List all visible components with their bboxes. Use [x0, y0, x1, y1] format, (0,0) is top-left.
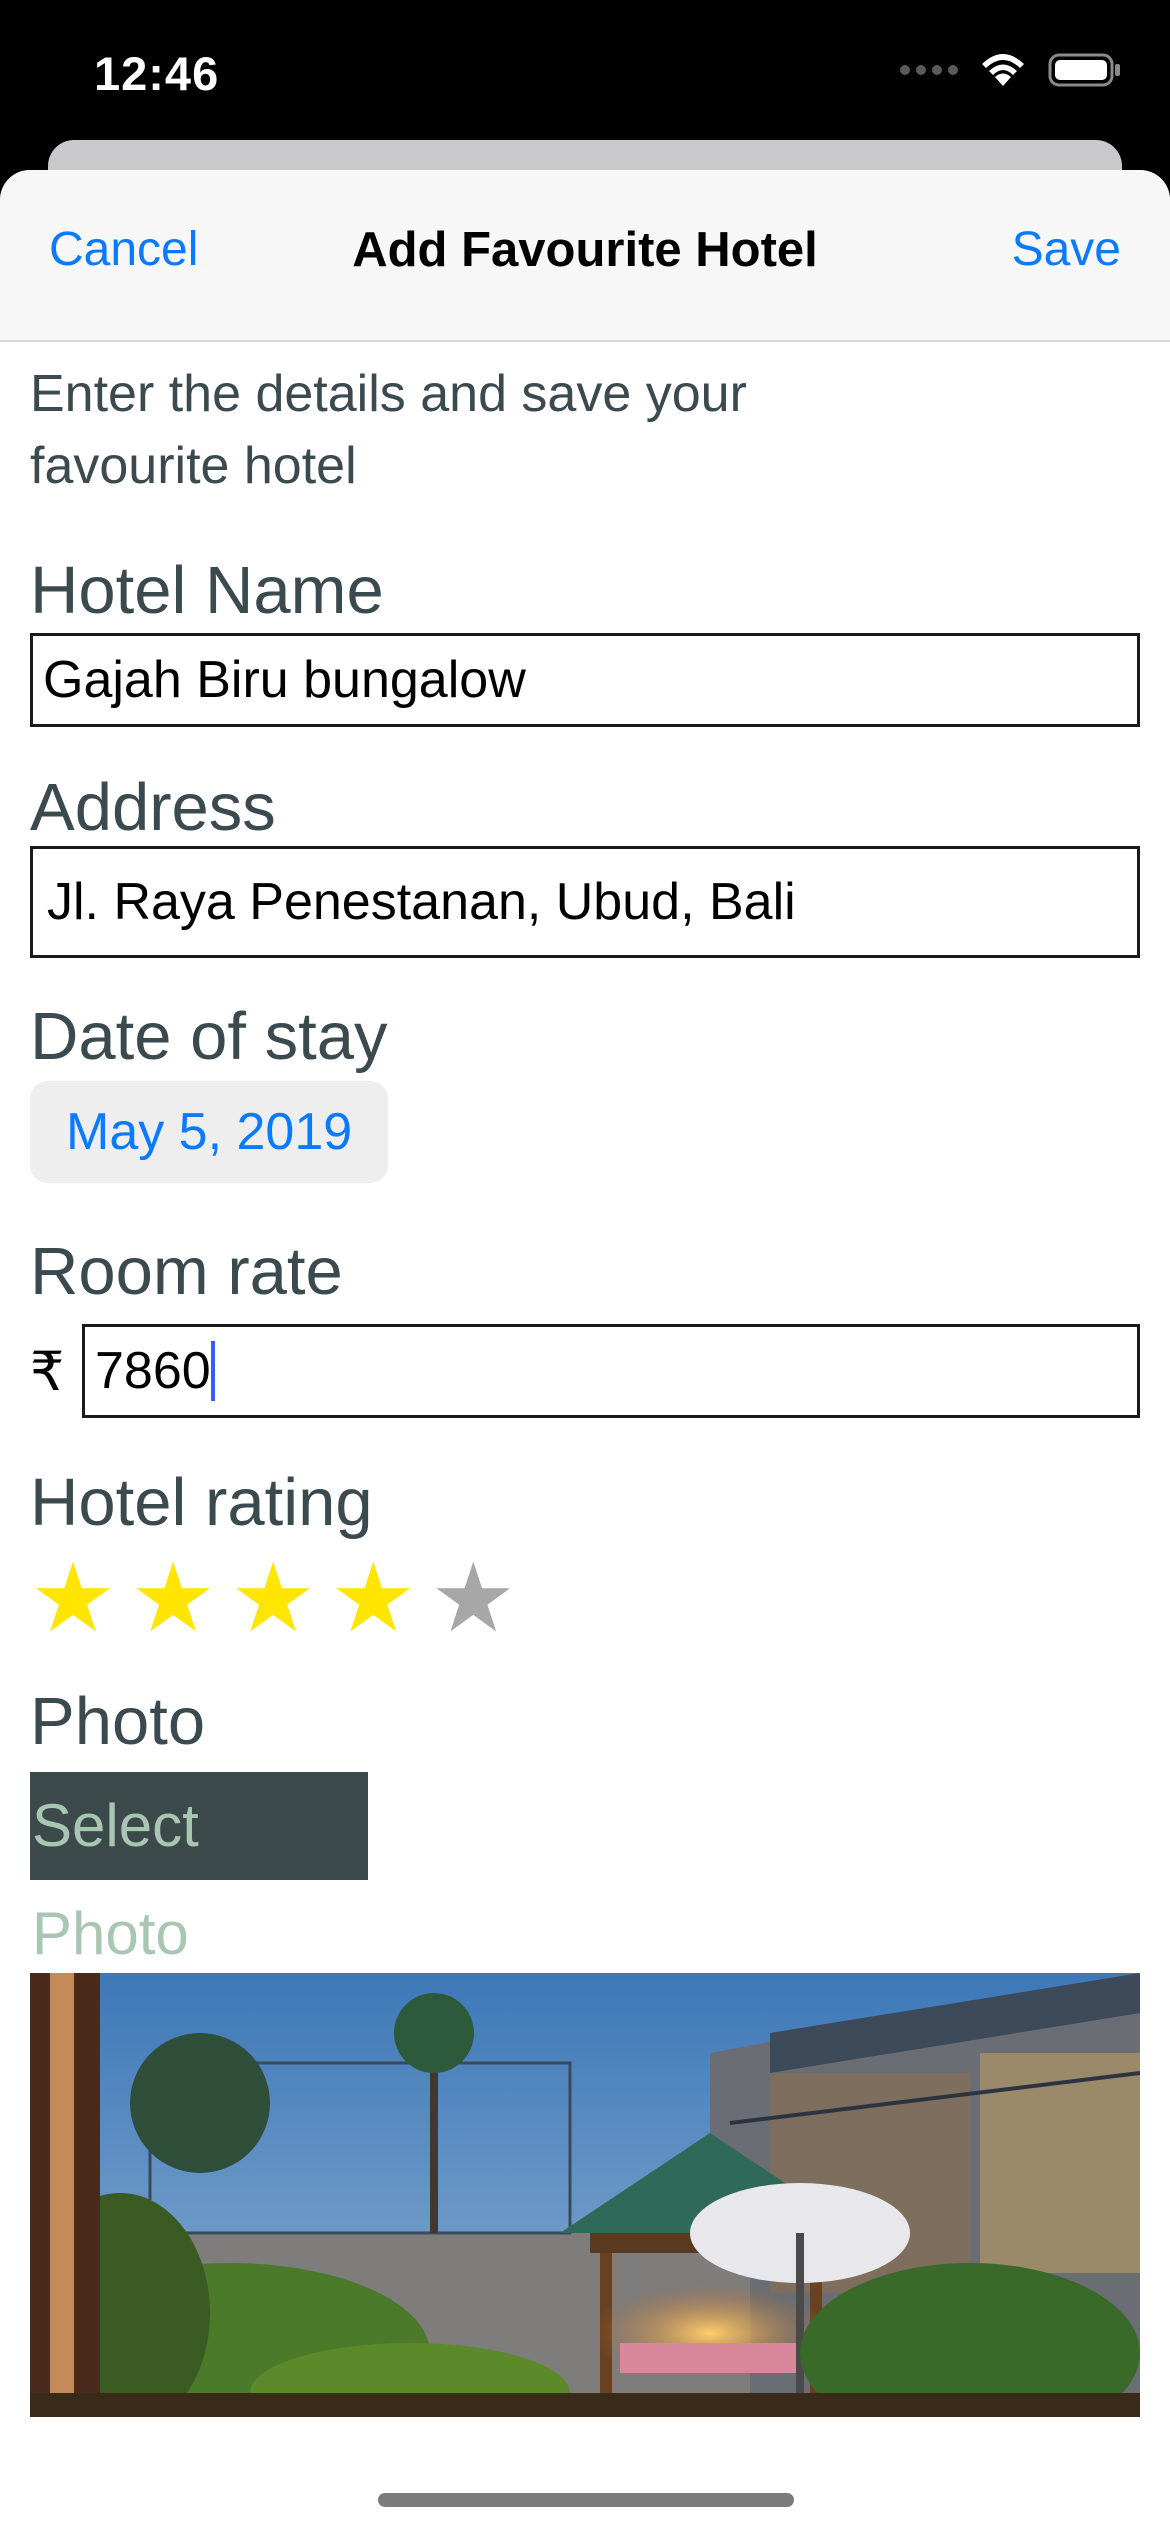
hotel-photo-image [30, 1973, 1140, 2417]
room-rate-label: Room rate [30, 1234, 343, 1309]
cellular-signal-icon [900, 65, 958, 75]
photo-label: Photo [30, 1684, 206, 1759]
add-hotel-sheet: Cancel Add Favourite Hotel Save Enter th… [0, 170, 1170, 2532]
hotel-rating-label: Hotel rating [30, 1465, 373, 1540]
star-rating[interactable]: ★ ★ ★ ★ ★ [30, 1549, 1140, 1649]
star-filled-icon[interactable]: ★ [130, 1549, 216, 1649]
save-button[interactable]: Save [1012, 222, 1121, 277]
form-content: Enter the details and save your favourit… [0, 358, 1170, 2417]
screen: 12:46 Cancel Add Favourite Hotel Save En… [0, 0, 1170, 2532]
text-cursor [210, 1341, 215, 1401]
date-picker-button[interactable]: May 5, 2019 [30, 1081, 389, 1183]
room-rate-value: 7860 [95, 1342, 211, 1400]
select-photo-button[interactable]: Select Photo [30, 1772, 368, 1967]
hotel-photo [30, 1973, 1140, 2417]
status-bar: 12:46 [0, 0, 1170, 150]
room-rate-row: ₹ 7860 [30, 1324, 1140, 1418]
status-time: 12:46 [94, 47, 220, 100]
navigation-bar: Cancel Add Favourite Hotel Save [0, 170, 1170, 342]
address-label: Address [30, 770, 276, 845]
address-field[interactable] [30, 846, 1140, 958]
home-indicator[interactable] [378, 2493, 794, 2507]
star-filled-icon[interactable]: ★ [30, 1549, 116, 1649]
intro-text: Enter the details and save your favourit… [30, 365, 747, 495]
room-rate-field[interactable]: 7860 [82, 1324, 1140, 1418]
star-empty-icon[interactable]: ★ [430, 1549, 516, 1649]
wifi-icon [982, 54, 1024, 86]
hotel-name-label: Hotel Name [30, 553, 384, 628]
currency-symbol: ₹ [30, 1341, 65, 1402]
battery-icon [1048, 53, 1120, 87]
hotel-name-field[interactable] [30, 633, 1140, 727]
star-filled-icon[interactable]: ★ [330, 1549, 416, 1649]
star-filled-icon[interactable]: ★ [230, 1549, 316, 1649]
page-title: Add Favourite Hotel [352, 223, 818, 277]
status-icons [900, 52, 1122, 88]
date-label: Date of stay [30, 999, 388, 1074]
